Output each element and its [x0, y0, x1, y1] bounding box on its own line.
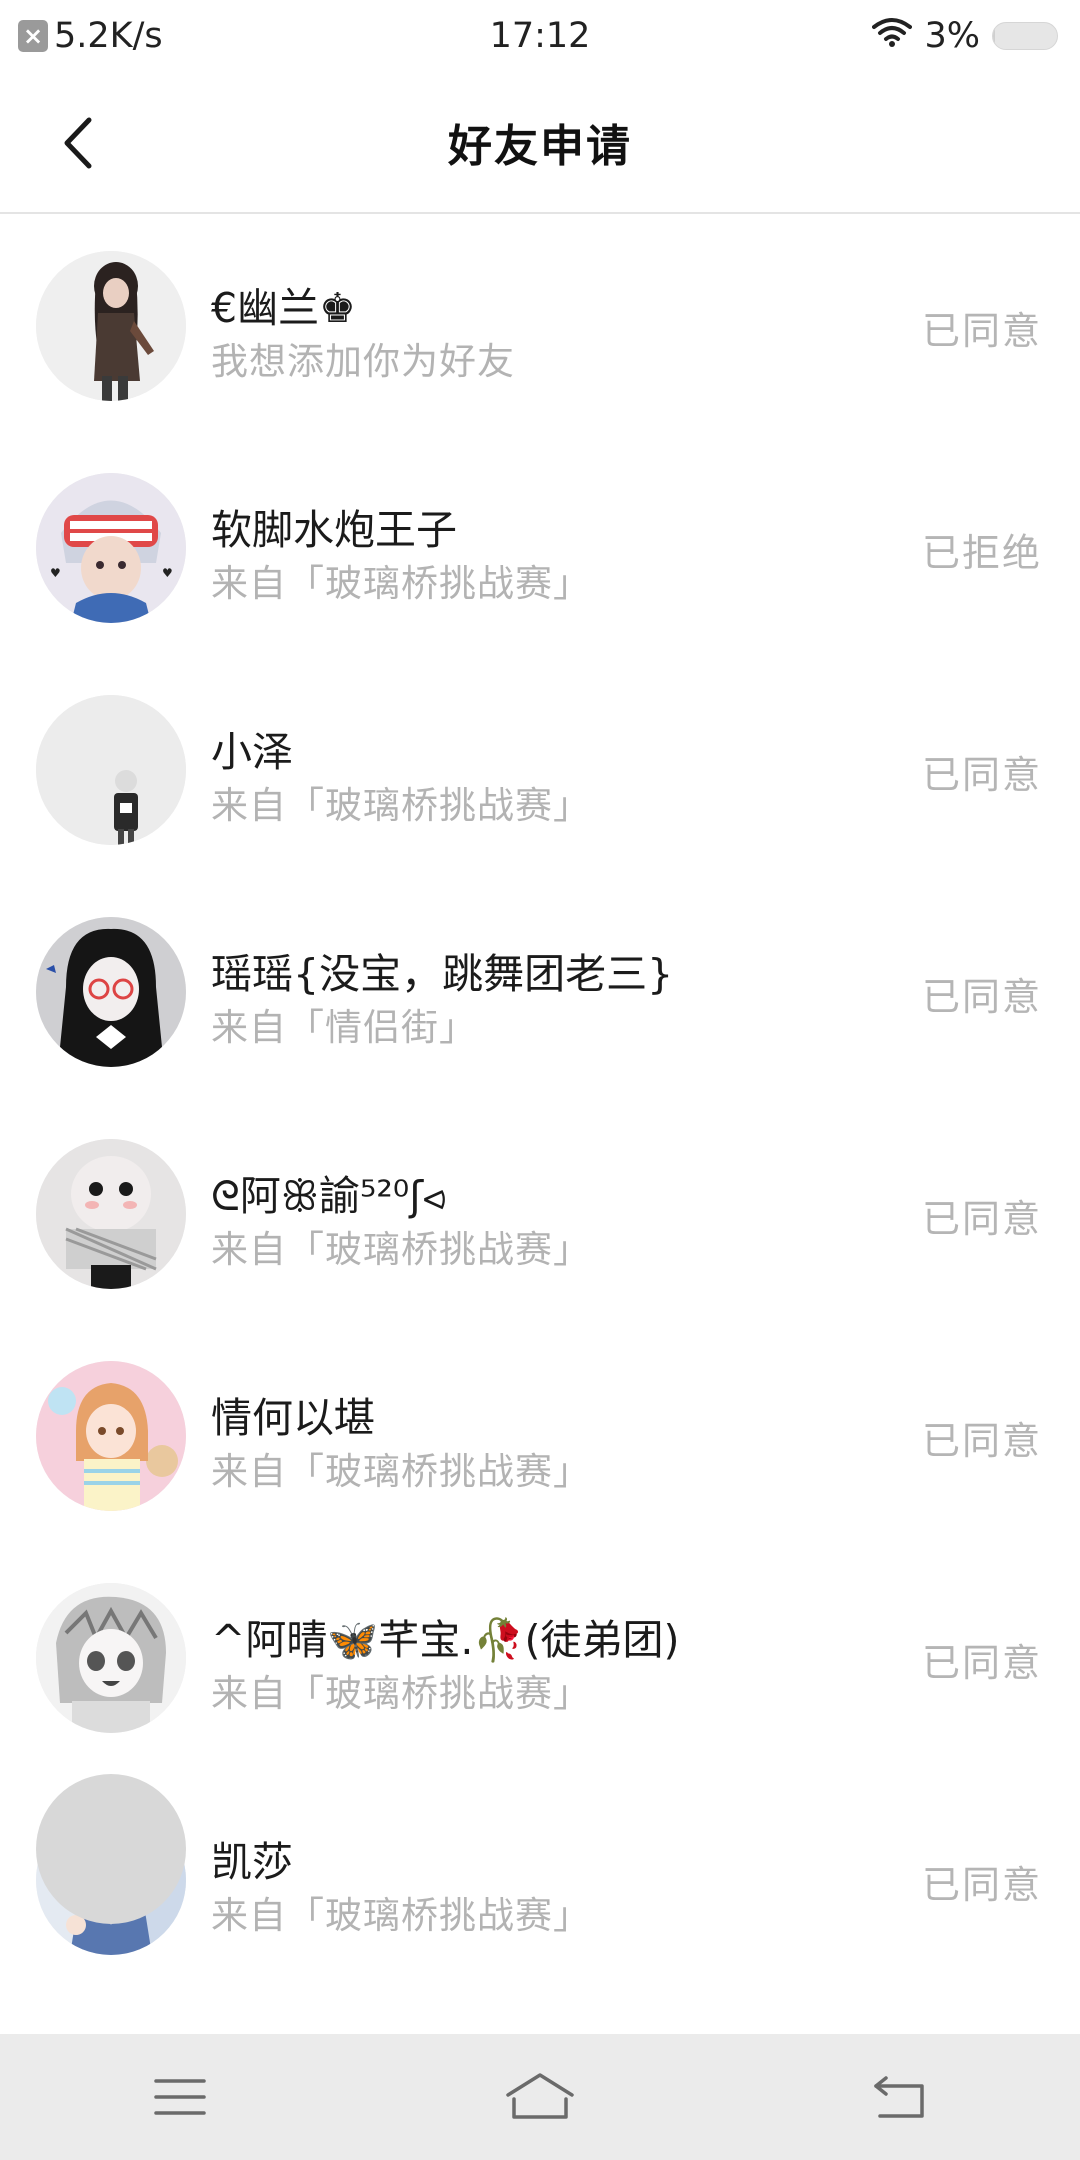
request-status: 已同意: [921, 309, 1042, 353]
svg-text:♥: ♥: [162, 566, 173, 580]
chevron-left-icon: [64, 117, 92, 169]
wifi-icon: [872, 16, 913, 56]
list-item[interactable]: €幽兰♚ 我想添加你为好友 已同意: [0, 214, 1080, 436]
request-name: 软脚水炮王子: [211, 506, 457, 554]
request-status: 已同意: [921, 975, 1042, 1019]
list-item[interactable]: ^阿晴🦋芊宝.🥀(徒弟团) 来自「玻璃桥挑战赛」 已同意: [0, 1546, 1080, 1768]
system-nav-bar: [0, 2034, 1080, 2160]
back-button[interactable]: [44, 108, 114, 178]
svg-text:♥: ♥: [50, 566, 61, 580]
request-status: 已同意: [921, 1863, 1042, 1907]
avatar[interactable]: [36, 1139, 186, 1289]
request-name: ᘓ阿ꕥ諭⁵²⁰ʃ⪦: [211, 1172, 447, 1220]
friend-request-list: €幽兰♚ 我想添加你为好友 已同意 ♥ ♥ 软脚水炮王子 来自「玻璃桥挑战赛」 …: [0, 214, 1080, 1990]
request-subtitle: 来自「玻璃桥挑战赛」: [211, 1450, 591, 1493]
request-status: 已同意: [921, 1641, 1042, 1685]
top-bar: 好友申请: [0, 72, 1080, 214]
avatar[interactable]: [36, 695, 186, 845]
request-name: 情何以堪: [211, 1394, 375, 1442]
request-subtitle: 来自「玻璃桥挑战赛」: [211, 1228, 591, 1271]
battery-percent: 3%: [924, 16, 980, 56]
avatar[interactable]: [36, 251, 186, 401]
menu-button[interactable]: [120, 2057, 240, 2137]
request-subtitle: 来自「情侣街」: [211, 1006, 477, 1049]
back-icon: [874, 2076, 924, 2118]
back-nav-button[interactable]: [840, 2057, 960, 2137]
request-name: 瑶瑶{没宝，跳舞团老三}: [211, 950, 674, 998]
request-subtitle: 来自「玻璃桥挑战赛」: [211, 1672, 591, 1715]
avatar[interactable]: ♥ ♥: [36, 473, 186, 623]
network-speed: × 5.2K/s: [18, 16, 163, 56]
request-name: 凯莎: [211, 1838, 293, 1886]
battery-icon: [992, 22, 1058, 50]
status-bar: × 5.2K/s 17:12 3%: [0, 0, 1080, 72]
request-subtitle: 我想添加你为好友: [211, 340, 515, 383]
notification-x-icon: ×: [18, 20, 48, 52]
avatar[interactable]: [36, 917, 186, 1067]
request-subtitle: 来自「玻璃桥挑战赛」: [211, 1894, 591, 1937]
avatar[interactable]: [36, 1361, 186, 1511]
list-item[interactable]: ♥ ♥ 软脚水炮王子 来自「玻璃桥挑战赛」 已拒绝: [0, 436, 1080, 658]
list-item[interactable]: 情何以堪 来自「玻璃桥挑战赛」 已同意: [0, 1324, 1080, 1546]
request-status: 已拒绝: [921, 531, 1042, 575]
page-title: 好友申请: [448, 121, 632, 172]
network-speed-text: 5.2K/s: [54, 16, 163, 56]
avatar[interactable]: [36, 1774, 186, 1924]
list-item[interactable]: ᘓ阿ꕥ諭⁵²⁰ʃ⪦ 来自「玻璃桥挑战赛」 已同意: [0, 1102, 1080, 1324]
request-subtitle: 来自「玻璃桥挑战赛」: [211, 784, 591, 827]
request-subtitle: 来自「玻璃桥挑战赛」: [211, 562, 591, 605]
avatar[interactable]: [36, 1583, 186, 1733]
menu-icon: [154, 2079, 206, 2115]
home-button[interactable]: [480, 2057, 600, 2137]
request-status: 已同意: [921, 753, 1042, 797]
list-item[interactable]: 小泽 来自「玻璃桥挑战赛」 已同意: [0, 658, 1080, 880]
request-name: ^阿晴🦋芊宝.🥀(徒弟团): [211, 1616, 680, 1664]
list-item[interactable]: 瑶瑶{没宝，跳舞团老三} 来自「情侣街」 已同意: [0, 880, 1080, 1102]
request-status: 已同意: [921, 1419, 1042, 1463]
request-name: €幽兰♚: [211, 284, 356, 332]
request-name: 小泽: [211, 728, 293, 776]
request-status: 已同意: [921, 1197, 1042, 1241]
home-icon: [506, 2073, 574, 2119]
